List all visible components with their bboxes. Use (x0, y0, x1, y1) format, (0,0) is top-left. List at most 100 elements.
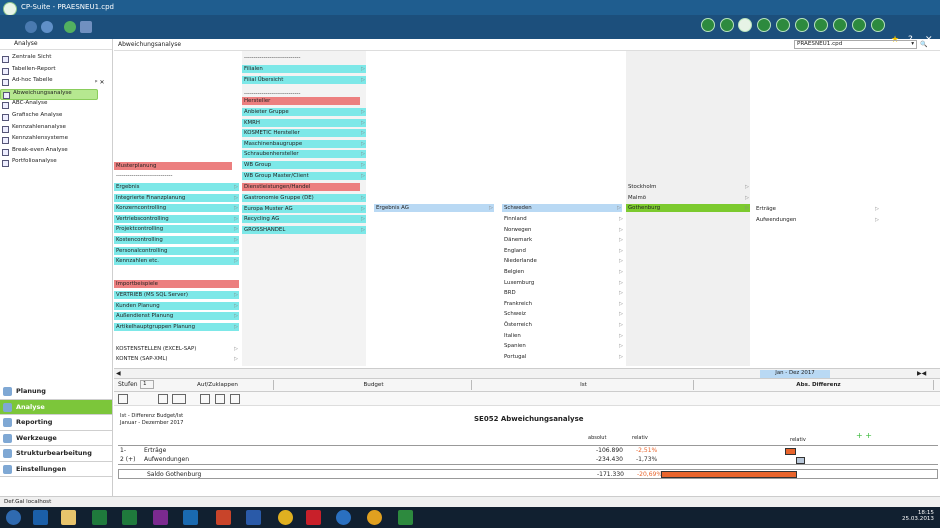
tree-node[interactable]: Spanien ▷ (502, 342, 624, 350)
tree-node[interactable]: Importbeispiele (114, 280, 239, 288)
tree-node[interactable]: Luxemburg ▷ (502, 279, 624, 287)
close-doc-icon[interactable] (871, 18, 885, 32)
stufen-input[interactable]: 1 (140, 380, 154, 389)
tree-node[interactable]: Filialen ▷ (242, 65, 366, 73)
tree-node[interactable]: England ▷ (502, 247, 624, 255)
nav-reporting[interactable]: Reporting (0, 415, 112, 431)
tree-node[interactable]: Dienstleistungen/Handel (242, 183, 360, 191)
sidebar-item[interactable]: Portfolioanalyse (0, 158, 112, 170)
scissors-icon[interactable] (158, 394, 168, 404)
expand-collapse-button[interactable]: Auf/Zuklappen (162, 380, 274, 390)
cp-suite-icon[interactable] (398, 510, 413, 525)
sidebar-item[interactable]: Kennzahlenanalyse (0, 124, 112, 136)
tree-node[interactable]: GROSSHANDEL ▷ (242, 225, 366, 234)
tree-node[interactable]: Musterplanung (114, 162, 232, 170)
tree-node[interactable]: Norwegen ▷ (502, 226, 624, 234)
sidebar-item[interactable]: Ad-hoc Tabelle (0, 77, 112, 89)
tree-node[interactable]: Außendienst Planung ▷ (114, 312, 239, 321)
nav-einstellungen[interactable]: Einstellungen (0, 462, 112, 477)
scroll-right-icon[interactable]: ▶◀ (917, 370, 926, 377)
structure-edit-icon[interactable] (776, 18, 790, 32)
tree-node[interactable]: Kostencontrolling ▷ (114, 236, 239, 244)
tree-node[interactable]: KOSTENSTELLEN (EXCEL-SAP) ▷ (114, 345, 239, 353)
tree-node[interactable]: Österreich ▷ (502, 321, 624, 329)
tree-node[interactable]: Hersteller (242, 97, 360, 105)
add-icon[interactable]: + + (856, 431, 872, 440)
tree-node[interactable]: Schweden ▷ (502, 204, 622, 212)
tree-node[interactable]: Kennzahlen etc. ▷ (114, 257, 239, 266)
tree-node[interactable]: Europa Muster AG ▷ (242, 204, 366, 213)
excel2-icon[interactable] (122, 510, 137, 525)
app-k-icon[interactable] (306, 510, 321, 525)
powerpoint-icon[interactable] (216, 510, 231, 525)
analysis-icon[interactable] (720, 18, 734, 32)
sidebar-item[interactable]: Grafische Analyse (0, 112, 112, 124)
app-orange-icon[interactable] (367, 510, 382, 525)
tree-node[interactable]: Konzerncontrolling ▷ (114, 204, 239, 213)
tree-node[interactable]: BRD ▷ (502, 289, 624, 297)
outlook-icon[interactable] (183, 510, 198, 525)
tree-node[interactable]: Schraubenhersteller ▷ (242, 150, 366, 159)
globe-icon[interactable] (41, 21, 53, 33)
sync-icon[interactable] (852, 18, 866, 32)
sidebar-item[interactable]: Abweichungsanalyse (0, 88, 98, 101)
table-row[interactable]: 2 (+) Aufwendungen -234.430 -1,73% (118, 456, 938, 465)
tree-node[interactable]: Schweiz ▷ (502, 310, 624, 318)
app-blue-icon[interactable] (336, 510, 351, 525)
tree-node[interactable]: Frankreich ▷ (502, 300, 624, 308)
reporting-icon[interactable] (738, 18, 752, 32)
share-icon[interactable] (833, 18, 847, 32)
tree-node[interactable]: Recycling AG ▷ (242, 215, 366, 224)
difference-select[interactable]: Abs. Differenz (704, 380, 934, 390)
link-icon[interactable] (814, 18, 828, 32)
tree-node[interactable]: KONTEN (SAP-XML) ▷ (114, 355, 239, 363)
planning-icon[interactable] (701, 18, 715, 32)
sidebar-item[interactable]: ABC-Analyse (0, 100, 112, 112)
settings-icon[interactable] (795, 18, 809, 32)
tree-node[interactable]: Kunden Planung ▷ (114, 301, 239, 310)
structure-icon[interactable] (80, 21, 92, 33)
tree-node[interactable]: Integrierte Finanzplanung ▷ (114, 193, 239, 202)
tree-node[interactable]: WB Group Master/Client ▷ (242, 171, 366, 180)
ist-select[interactable]: Ist (474, 380, 694, 390)
period-badge[interactable]: Jan - Dez 2017 (760, 370, 830, 378)
tree-node[interactable]: Gastronomie Gruppe (DE) ▷ (242, 194, 366, 202)
tree-node[interactable]: Projektcontrolling ▷ (114, 225, 239, 234)
save-icon[interactable] (230, 394, 240, 404)
tree-node[interactable]: Portugal ▷ (502, 353, 624, 361)
tree-node[interactable]: KMRH ▷ (242, 118, 366, 127)
scroll-left-icon[interactable]: ◀ (116, 370, 121, 377)
print-icon[interactable] (215, 394, 225, 404)
start-icon[interactable] (6, 510, 21, 525)
tree-node[interactable]: KOSMETIC Hersteller ▷ (242, 129, 366, 138)
onenote-icon[interactable] (153, 510, 168, 525)
export-icon[interactable] (200, 394, 210, 404)
tree-node[interactable]: Dänemark ▷ (502, 236, 624, 244)
sidebar-item[interactable]: Break-even Analyse (0, 147, 112, 159)
tree-node[interactable]: Vertriebscontrolling ▷ (114, 214, 239, 223)
tree-node[interactable]: VERTRIEB (MS SQL Server) ▷ (114, 291, 239, 299)
tree-node[interactable]: Italien ▷ (502, 332, 624, 340)
tree-node[interactable]: Aufwendungen ▷ (754, 216, 880, 224)
search-icon[interactable]: 🔍 (920, 41, 927, 48)
budget-select[interactable]: Budget (276, 380, 472, 390)
tree-node[interactable]: Niederlande ▷ (502, 257, 624, 265)
refresh-icon[interactable] (64, 21, 76, 33)
tree-node[interactable]: Belgien ▷ (502, 268, 624, 276)
tree-node[interactable]: Artikelhauptgruppen Planung ▷ (114, 322, 239, 331)
nav-werkzeuge[interactable]: Werkzeuge (0, 431, 112, 446)
back-icon[interactable] (25, 21, 37, 33)
chrome-icon[interactable] (278, 510, 293, 525)
separator[interactable]: ----------------------------- (114, 172, 232, 180)
tree-node[interactable]: Ergebnis AG ▷ (374, 204, 494, 212)
tree-node[interactable]: WB Group ▷ (242, 161, 366, 169)
tree-node[interactable]: Malmö ▷ (626, 194, 750, 202)
nav-strukturbearbeitung[interactable]: Strukturbearbeitung (0, 446, 112, 462)
table-row[interactable]: 1- Erträge -106.890 -2,51% (118, 447, 938, 456)
tree-node[interactable]: Gothenburg ▷ (626, 204, 750, 213)
explorer-icon[interactable] (61, 510, 76, 525)
preview-icon[interactable] (172, 394, 186, 404)
excel-icon[interactable] (92, 510, 107, 525)
tree-node[interactable]: Stockholm ▷ (626, 183, 750, 191)
separator[interactable]: ----------------------------- (242, 54, 360, 62)
